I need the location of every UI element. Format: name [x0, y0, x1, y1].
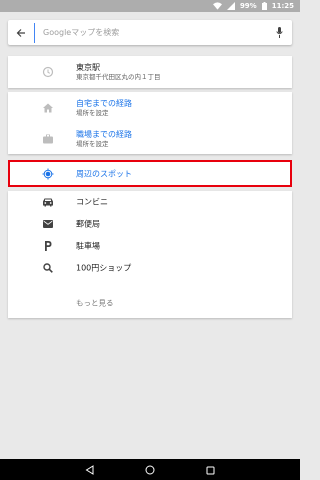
recent-place-title: 東京駅: [76, 63, 100, 72]
nearby-spots-item[interactable]: 周辺のスポット: [8, 160, 292, 187]
back-arrow-icon[interactable]: [8, 28, 34, 38]
wifi-icon: [212, 2, 222, 10]
recent-card: 東京駅 東京都千代田区丸の内１丁目: [8, 56, 292, 88]
routes-card: 自宅までの経路 場所を設定 職場までの経路 場所を設定: [8, 92, 292, 154]
battery-icon: [261, 2, 267, 10]
nav-back-icon[interactable]: [85, 460, 94, 479]
nav-recents-icon[interactable]: [206, 460, 215, 479]
category-label: 駐車場: [76, 241, 100, 251]
route-work-item[interactable]: 職場までの経路 場所を設定: [8, 123, 292, 154]
route-home-item[interactable]: 自宅までの経路 場所を設定: [8, 92, 292, 123]
categories-card: コンビニ 郵便局 駐車場 100円ショップ もっと見る: [8, 191, 292, 318]
mic-icon[interactable]: [266, 27, 292, 38]
search-icon: [43, 263, 53, 273]
category-label: 100円ショップ: [76, 263, 132, 273]
car-icon: [43, 198, 53, 207]
nearby-spots-label: 周辺のスポット: [76, 169, 132, 178]
category-convenience-store[interactable]: コンビニ: [8, 191, 292, 213]
route-home-title: 自宅までの経路: [76, 98, 132, 108]
recent-place-address: 東京都千代田区丸の内１丁目: [76, 73, 161, 81]
category-parking[interactable]: 駐車場: [8, 235, 292, 257]
briefcase-icon: [43, 134, 53, 143]
home-icon: [43, 103, 53, 112]
history-clock-icon: [42, 66, 54, 78]
route-home-subtitle: 場所を設定: [76, 108, 109, 117]
category-post-office[interactable]: 郵便局: [8, 213, 292, 235]
status-bar: 99% 11:25: [0, 0, 300, 12]
category-label: 郵便局: [76, 219, 100, 229]
signal-icon: [226, 2, 235, 10]
search-input[interactable]: [34, 22, 266, 43]
category-label: コンビニ: [76, 197, 108, 207]
route-work-title: 職場までの経路: [76, 129, 132, 139]
route-work-subtitle: 場所を設定: [76, 139, 109, 148]
recent-place-item[interactable]: 東京駅 東京都千代田区丸の内１丁目: [8, 56, 292, 88]
search-bar: [8, 20, 292, 45]
more-button[interactable]: もっと見る: [8, 292, 292, 314]
nav-home-icon[interactable]: [145, 460, 155, 479]
clock-time: 11:25: [271, 2, 294, 10]
mail-icon: [43, 220, 53, 228]
parking-icon: [44, 241, 52, 251]
gps-crosshair-icon: [42, 168, 54, 179]
battery-percent: 99%: [239, 2, 257, 10]
category-100yen-shop[interactable]: 100円ショップ: [8, 257, 292, 279]
system-nav-bar: [0, 459, 300, 480]
more-label: もっと見る: [76, 298, 114, 308]
